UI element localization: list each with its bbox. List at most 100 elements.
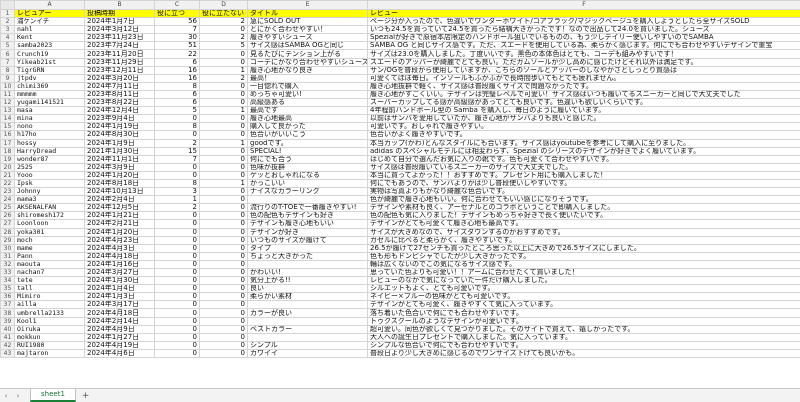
column-header-c[interactable]: C — [155, 1, 200, 10]
row-number[interactable]: 34 — [1, 277, 15, 285]
table-cell[interactable]: 可愛いです。おしゃれで履きやすい。 — [368, 123, 800, 131]
table-cell[interactable]: 1 — [155, 196, 200, 204]
table-cell[interactable]: 2024年7月11日 — [85, 82, 155, 90]
header-cell[interactable]: タイトル — [248, 10, 368, 18]
table-cell[interactable]: 0 — [200, 325, 248, 333]
table-cell[interactable]: 2 — [200, 18, 248, 26]
row-number[interactable]: 18 — [1, 147, 15, 155]
table-cell[interactable]: トゥクスクールのようなデザインが可愛いです。 — [368, 317, 800, 325]
row-number[interactable]: 41 — [1, 333, 15, 341]
table-cell[interactable]: moch — [15, 236, 85, 244]
table-cell[interactable]: 履きやすいシューズ — [248, 34, 368, 42]
table-cell[interactable]: Kool1 — [15, 317, 85, 325]
table-cell[interactable]: 0 — [155, 317, 200, 325]
table-cell[interactable]: 8 — [155, 123, 200, 131]
table-cell[interactable]: 2024年12月4日 — [85, 107, 155, 115]
table-cell[interactable]: 2024年3月20日 — [85, 74, 155, 82]
table-cell[interactable]: とにかく合わせやすい！ — [248, 26, 368, 34]
table-cell[interactable]: 2024年4月9日 — [85, 325, 155, 333]
table-cell[interactable]: 0 — [155, 309, 200, 317]
row-number[interactable]: 29 — [1, 236, 15, 244]
header-cell[interactable]: 役に立つ — [155, 10, 200, 18]
table-cell[interactable]: 2024年3月17日 — [85, 301, 155, 309]
table-cell[interactable]: 色の配色も気に入りました！デザインもめっちゃ好きで長く使いたいです。 — [368, 212, 800, 220]
table-cell[interactable]: 2024年3月27日 — [85, 269, 155, 277]
table-cell[interactable]: mame — [15, 244, 85, 252]
table-cell[interactable]: 良い — [248, 285, 368, 293]
table-cell[interactable]: ちょっと大きかった — [248, 252, 368, 260]
row-number[interactable]: 27 — [1, 220, 15, 228]
table-cell[interactable]: 2525 — [15, 163, 85, 171]
table-cell[interactable]: 2024年10月13日 — [85, 188, 155, 196]
table-cell[interactable]: 色の配色もデザインも好き — [248, 212, 368, 220]
table-cell[interactable]: nono — [15, 123, 85, 131]
table-cell[interactable]: nachan7 — [15, 269, 85, 277]
table-cell[interactable] — [248, 317, 368, 325]
table-cell[interactable]: ナイスなカラーリング — [248, 188, 368, 196]
table-cell[interactable]: 0 — [155, 277, 200, 285]
table-cell[interactable]: 0 — [200, 333, 248, 341]
table-cell[interactable]: いつものサイズが履けて — [248, 236, 368, 244]
table-cell[interactable]: デザインがとても可愛く、履きやすくて気に入っています。 — [368, 301, 800, 309]
table-cell[interactable]: 落ち着いた色合いで何にでも合わせやすいです。 — [368, 309, 800, 317]
table-cell[interactable]: 1 — [200, 139, 248, 147]
row-number[interactable]: 11 — [1, 90, 15, 98]
table-cell[interactable]: 0 — [155, 244, 200, 252]
table-cell[interactable]: 0 — [200, 115, 248, 123]
table-cell[interactable]: 2024年1月30日 — [85, 277, 155, 285]
row-number[interactable]: 2 — [1, 18, 15, 26]
table-cell[interactable]: 購入して良かった — [248, 123, 368, 131]
table-cell[interactable]: yugami141521 — [15, 99, 85, 107]
table-cell[interactable]: 2024年4月3日 — [85, 244, 155, 252]
table-cell[interactable]: yoka301 — [15, 228, 85, 236]
row-number[interactable]: 37 — [1, 301, 15, 309]
row-number[interactable]: 31 — [1, 252, 15, 260]
table-cell[interactable]: 2023年7月24日 — [85, 42, 155, 50]
table-cell[interactable]: 56 — [155, 18, 200, 26]
table-cell[interactable]: 0 — [155, 115, 200, 123]
table-cell[interactable]: スエードのアッパーが綺麗でとても良い。ただガムソールが少し高めに感じたけどそれ以… — [368, 58, 800, 66]
table-cell[interactable]: 履き心地がすごくいい。デザインは完璧レベルで可愛い！サイズ感はいつも履いてるスニ… — [368, 90, 800, 98]
table-cell[interactable]: 何にでもあうので、サンバよりかは少し普段使いしやすいです。 — [368, 179, 800, 187]
table-cell[interactable]: 0 — [155, 228, 200, 236]
row-number[interactable]: 13 — [1, 107, 15, 115]
table-cell[interactable]: デザインが好き — [248, 228, 368, 236]
table-cell[interactable]: 0 — [200, 212, 248, 220]
table-cell[interactable]: 0 — [200, 293, 248, 301]
table-cell[interactable]: 2 — [155, 139, 200, 147]
table-cell[interactable]: ページ分が入ったので、色違いでワンダーホワイト/コアブラック/マジックベージュを… — [368, 18, 800, 26]
table-cell[interactable]: 0 — [155, 333, 200, 341]
table-cell[interactable]: 0 — [200, 349, 248, 357]
sheet-tab-sheet1[interactable]: sheet1 — [30, 389, 76, 402]
row-number[interactable]: 23 — [1, 188, 15, 196]
table-cell[interactable]: 2024年4月23日 — [85, 236, 155, 244]
table-cell[interactable]: 大人への誕生日プレゼントで購入しました。気に入っています。 — [368, 333, 800, 341]
row-number[interactable]: 43 — [1, 349, 15, 357]
table-cell[interactable]: 色も形もドンピシャでしたが少し大きかったです。 — [368, 252, 800, 260]
table-cell[interactable]: 実物は写真よりもかなり綺麗な色合いです。 — [368, 188, 800, 196]
table-cell[interactable]: 色合いがよく履きやすいです。 — [368, 131, 800, 139]
table-cell[interactable]: 一目惚れで購入 — [248, 82, 368, 90]
table-cell[interactable]: 0 — [200, 188, 248, 196]
table-cell[interactable]: シルエットもよく、とても可愛いです。 — [368, 285, 800, 293]
add-sheet-button[interactable]: + — [82, 391, 90, 401]
table-cell[interactable]: 0 — [200, 277, 248, 285]
table-cell[interactable]: 2023年8月22日 — [85, 99, 155, 107]
table-cell[interactable]: 0 — [155, 293, 200, 301]
row-number[interactable]: 16 — [1, 131, 15, 139]
table-cell[interactable]: 急にSOLD OUT — [248, 18, 368, 26]
table-cell[interactable] — [248, 196, 368, 204]
table-cell[interactable]: 2 — [200, 74, 248, 82]
table-cell[interactable]: サイズ感は普段履いているスニーカーのサイズで大丈夫でした。 — [368, 163, 800, 171]
table-cell[interactable]: 色味が抜群 — [248, 163, 368, 171]
table-cell[interactable]: maouta — [15, 260, 85, 268]
table-cell[interactable]: 0 — [155, 260, 200, 268]
table-cell[interactable]: shiromesh172 — [15, 212, 85, 220]
table-cell[interactable]: サイズが大きめなので、サイズダウンするのがおすすめです。 — [368, 228, 800, 236]
table-cell[interactable]: 0 — [200, 244, 248, 252]
row-number[interactable]: 17 — [1, 139, 15, 147]
table-cell[interactable]: ゲッとおしゃれになる — [248, 171, 368, 179]
table-cell[interactable]: 1 — [200, 179, 248, 187]
table-cell[interactable]: 2024年3月12日 — [85, 26, 155, 34]
table-cell[interactable]: 0 — [200, 309, 248, 317]
